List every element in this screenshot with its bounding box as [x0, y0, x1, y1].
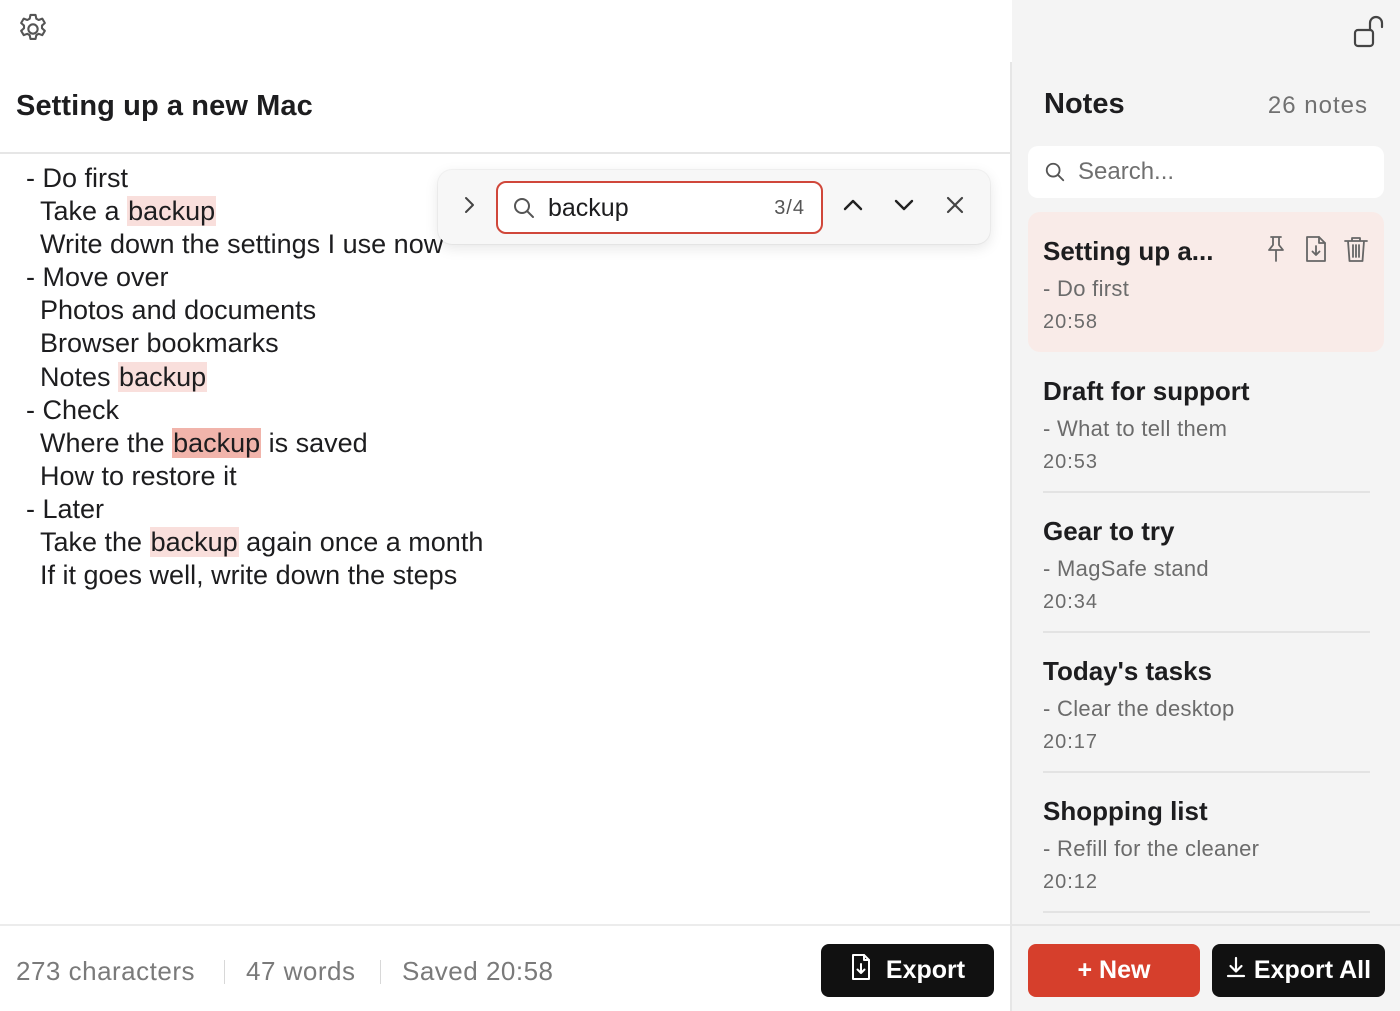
note-item-actions: [1262, 234, 1370, 264]
status-separator: [380, 960, 381, 984]
note-item-title: Draft for support: [1043, 376, 1250, 406]
note-line: Take the backup again once a month: [26, 526, 483, 559]
note-item-time: 20:17: [1043, 731, 1099, 753]
note-line: - Later: [26, 493, 105, 524]
current-search-match-highlight: backup: [172, 427, 262, 458]
note-line: Browser bookmarks: [40, 328, 279, 359]
file-export-icon: [850, 953, 872, 988]
note-line: Photos and documents: [40, 295, 317, 326]
title-divider: [0, 152, 1010, 154]
editor-status-bar: 273 characters 47 words Saved 20:58 Expo…: [0, 924, 1010, 1011]
word-count: 47 words: [246, 956, 356, 986]
note-item-snippet: - What to tell them: [1043, 416, 1228, 441]
search-match-highlight: backup: [149, 527, 239, 558]
lock-button[interactable]: [1350, 14, 1390, 54]
chevron-right-icon: [461, 195, 477, 220]
search-icon: [1044, 161, 1066, 188]
note-list-item[interactable]: Shopping list - Refill for the cleaner 2…: [1028, 772, 1384, 913]
trash-icon[interactable]: [1342, 234, 1370, 264]
find-previous-button[interactable]: [836, 190, 870, 224]
note-item-snippet: - MagSafe stand: [1043, 556, 1209, 581]
character-count: 273 characters: [16, 956, 195, 986]
find-input[interactable]: [548, 193, 748, 223]
note-item-time: 20:58: [1043, 311, 1099, 333]
find-bar: 3/4: [438, 170, 990, 244]
note-line: Notes backup: [26, 361, 483, 394]
gear-icon: [15, 11, 51, 52]
note-line: How to restore it: [40, 460, 237, 491]
search-match-highlight: backup: [127, 196, 217, 227]
note-item-title: Setting up a...: [1043, 236, 1214, 266]
sidebar-search[interactable]: [1028, 146, 1384, 198]
export-button[interactable]: Export: [821, 944, 994, 997]
search-icon: [512, 196, 536, 225]
note-item-title: Shopping list: [1043, 796, 1208, 826]
notes-sidebar: Notes 26 notes Setting up a...: [1012, 0, 1400, 1011]
note-item-snippet: - Clear the desktop: [1043, 696, 1235, 721]
find-expand-button[interactable]: [454, 192, 484, 222]
close-icon: [945, 195, 965, 220]
sidebar-footer: + New Export All: [1012, 924, 1400, 1011]
note-item-snippet: - Do first: [1043, 276, 1130, 301]
chevron-down-icon: [893, 198, 915, 217]
find-match-count: 3/4: [774, 197, 805, 219]
note-item-time: 20:34: [1043, 591, 1099, 613]
editor-pane: Setting up a new Mac - Do first Take a b…: [0, 0, 1012, 1011]
note-line: Write down the settings I use now: [40, 229, 444, 260]
status-separator: [224, 960, 225, 984]
notes-count: 26 notes: [1267, 92, 1368, 119]
sidebar-title: Notes: [1044, 88, 1125, 120]
find-next-button[interactable]: [887, 190, 921, 224]
note-title[interactable]: Setting up a new Mac: [16, 90, 313, 123]
new-note-button[interactable]: + New: [1028, 944, 1200, 997]
pin-icon[interactable]: [1262, 234, 1290, 264]
note-line: - Do first: [26, 163, 129, 193]
note-line: Take a backup: [26, 195, 483, 228]
note-item-time: 20:53: [1043, 451, 1099, 473]
note-line: If it goes well, write down the steps: [40, 560, 458, 591]
note-line: - Move over: [26, 262, 169, 293]
note-list-item[interactable]: Gear to try - MagSafe stand 20:34: [1028, 492, 1384, 633]
note-body[interactable]: - Do first Take a backup Write down the …: [26, 162, 483, 592]
note-list-item[interactable]: Setting up a... - Do first 20:58: [1028, 212, 1384, 352]
note-item-snippet: - Refill for the cleaner: [1043, 836, 1260, 861]
export-all-button-label: Export All: [1253, 956, 1372, 984]
export-button-label: Export: [885, 956, 966, 984]
note-item-title: Gear to try: [1043, 516, 1175, 546]
settings-button[interactable]: [14, 12, 52, 50]
search-match-highlight: backup: [118, 361, 208, 392]
saved-status: Saved 20:58: [402, 956, 554, 986]
note-line-text: Take a: [40, 196, 128, 227]
download-icon: [1226, 956, 1246, 985]
note-line-text: Notes: [40, 361, 119, 392]
note-item-time: 20:12: [1043, 871, 1099, 893]
note-line: - Check: [26, 394, 120, 425]
find-field[interactable]: 3/4: [496, 181, 823, 234]
note-line-text: is saved: [261, 427, 368, 458]
export-all-button[interactable]: Export All: [1212, 944, 1385, 997]
note-item-title: Today's tasks: [1043, 656, 1212, 686]
list-divider: [1043, 911, 1370, 913]
note-line-text: again once a month: [238, 527, 484, 558]
find-close-button[interactable]: [938, 190, 972, 224]
note-list-item[interactable]: Draft for support - What to tell them 20…: [1028, 352, 1384, 493]
note-line-text: Take the: [40, 527, 150, 558]
note-list-item[interactable]: Today's tasks - Clear the desktop 20:17: [1028, 632, 1384, 773]
new-note-button-label: + New: [1077, 956, 1151, 984]
note-line: Where the backup is saved: [26, 427, 483, 460]
note-list: Setting up a... - Do first 20:58 Draft f…: [1012, 212, 1400, 917]
file-export-icon[interactable]: [1302, 234, 1330, 264]
search-input[interactable]: [1078, 157, 1368, 187]
unlock-icon: [1352, 14, 1388, 55]
note-line-text: Where the: [40, 427, 173, 458]
chevron-up-icon: [842, 198, 864, 217]
